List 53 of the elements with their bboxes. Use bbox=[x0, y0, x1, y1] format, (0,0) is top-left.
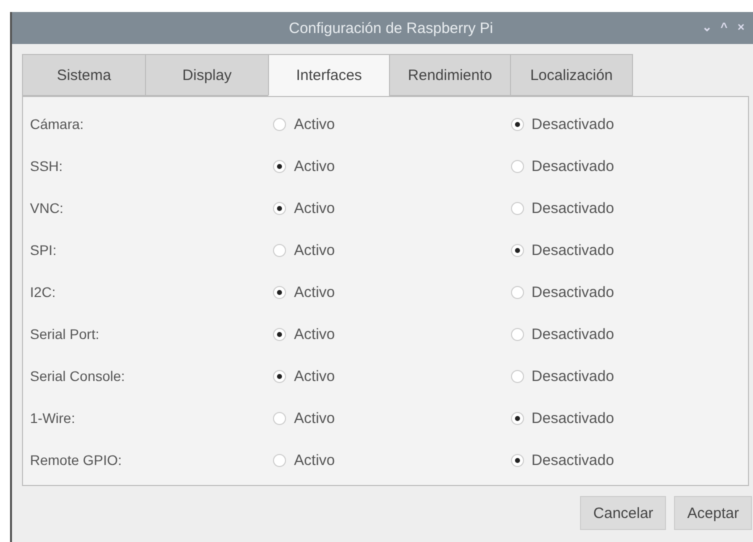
radio-button[interactable] bbox=[273, 118, 286, 130]
radio-button[interactable] bbox=[273, 454, 286, 466]
radio-button[interactable] bbox=[510, 160, 524, 172]
radio-button[interactable] bbox=[273, 244, 286, 256]
radio-button[interactable] bbox=[273, 286, 286, 298]
tab[interactable]: Interfaces bbox=[268, 54, 390, 96]
tab[interactable]: Rendimiento bbox=[389, 54, 511, 96]
radio-label: Activo bbox=[294, 452, 335, 468]
radio-button[interactable] bbox=[510, 328, 524, 340]
radio-button[interactable] bbox=[273, 202, 286, 214]
radio-label: Desactivado bbox=[532, 326, 614, 342]
dialog-button[interactable]: Cancelar bbox=[580, 496, 666, 530]
radio-button[interactable] bbox=[510, 118, 524, 130]
radio-label: Activo bbox=[294, 242, 335, 258]
tab[interactable]: Sistema bbox=[22, 54, 146, 96]
setting-label: Remote GPIO: bbox=[29, 452, 123, 468]
setting-label: I2C: bbox=[29, 284, 57, 300]
setting-label: Serial Port: bbox=[29, 326, 100, 342]
radio-label: Activo bbox=[294, 116, 335, 132]
radio-button[interactable] bbox=[510, 202, 524, 214]
radio-label: Desactivado bbox=[532, 284, 614, 300]
radio-label: Activo bbox=[294, 368, 335, 384]
radio-label: Desactivado bbox=[532, 158, 614, 174]
tab[interactable]: Display bbox=[145, 54, 269, 96]
setting-label: Serial Console: bbox=[29, 368, 126, 384]
radio-button[interactable] bbox=[510, 454, 524, 466]
radio-label: Activo bbox=[294, 158, 335, 174]
tab[interactable]: Localización bbox=[510, 54, 633, 96]
radio-label: Desactivado bbox=[532, 116, 614, 132]
radio-button[interactable] bbox=[273, 160, 286, 172]
radio-label: Desactivado bbox=[532, 410, 614, 426]
window-title: Configuración de Raspberry Pi bbox=[288, 20, 494, 36]
setting-label: SSH: bbox=[29, 158, 64, 174]
radio-label: Activo bbox=[294, 410, 335, 426]
radio-label: Activo bbox=[294, 284, 335, 300]
radio-button[interactable] bbox=[273, 328, 286, 340]
radio-label: Activo bbox=[294, 200, 335, 216]
radio-button[interactable] bbox=[510, 370, 524, 382]
radio-label: Desactivado bbox=[532, 200, 614, 216]
radio-label: Activo bbox=[294, 326, 335, 342]
radio-button[interactable] bbox=[510, 286, 524, 298]
radio-label: Desactivado bbox=[532, 368, 614, 384]
radio-label: Desactivado bbox=[532, 452, 614, 468]
dialog-button[interactable]: Aceptar bbox=[674, 496, 752, 530]
radio-label: Desactivado bbox=[532, 242, 614, 258]
radio-button[interactable] bbox=[510, 412, 524, 424]
setting-label: VNC: bbox=[29, 200, 64, 216]
setting-label: SPI: bbox=[29, 242, 58, 258]
radio-button[interactable] bbox=[510, 244, 524, 256]
setting-label: 1-Wire: bbox=[29, 410, 76, 426]
radio-button[interactable] bbox=[273, 370, 286, 382]
radio-button[interactable] bbox=[273, 412, 286, 424]
setting-label: Cámara: bbox=[29, 116, 85, 132]
